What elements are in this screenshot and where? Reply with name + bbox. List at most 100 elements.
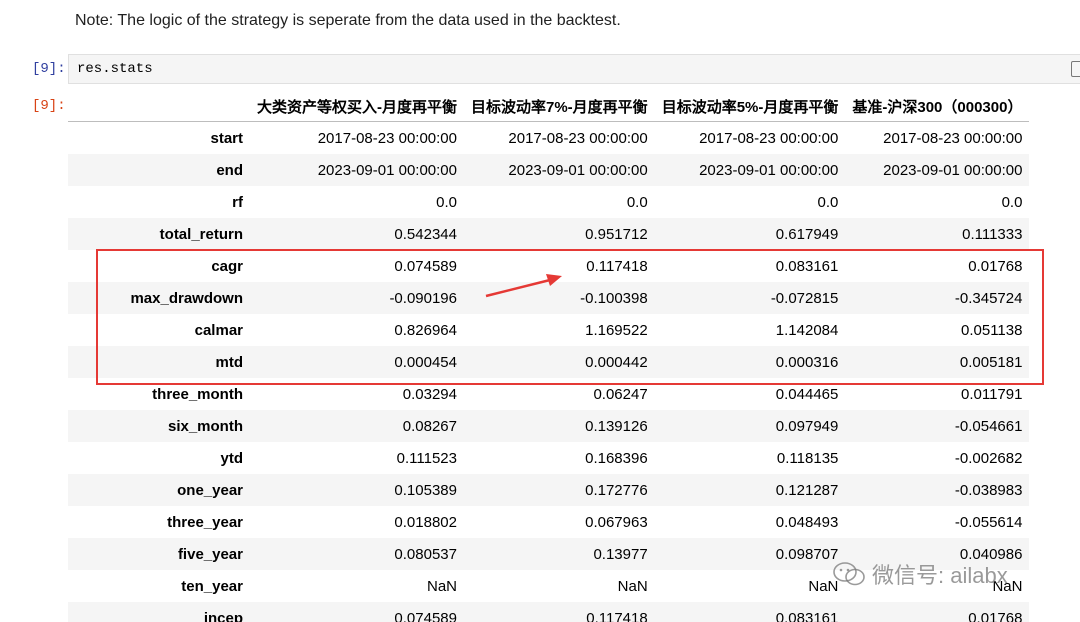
table-cell: -0.002682 <box>954 449 1023 467</box>
table-cell: 0.111333 <box>962 225 1023 243</box>
row-label: max_drawdown <box>130 289 243 307</box>
table-cell: NaN <box>617 577 648 595</box>
column-header <box>68 91 250 122</box>
table-cell: 0.074589 <box>394 609 457 622</box>
row-label: one_year <box>177 481 243 499</box>
table-cell: 0.0 <box>1001 193 1023 211</box>
table-cell: NaN <box>808 577 839 595</box>
table-cell: 0.06247 <box>593 385 648 403</box>
table-cell: 2023-09-01 00:00:00 <box>317 161 457 179</box>
code-cell-input[interactable]: res.stats <box>68 54 1080 84</box>
table-cell: -0.100398 <box>580 289 648 307</box>
table-cell: 0.018802 <box>394 513 457 531</box>
table-cell: 0.0 <box>626 193 648 211</box>
row-label: mtd <box>215 353 244 371</box>
table-cell: -0.054661 <box>954 417 1023 435</box>
table-cell: 1.169522 <box>585 321 648 339</box>
row-label: ten_year <box>181 577 243 595</box>
row-label: three_month <box>152 385 243 403</box>
row-label: rf <box>232 193 243 211</box>
table-cell: 0.0 <box>436 193 457 211</box>
table-cell: 0.617949 <box>775 225 839 243</box>
table-row: start 2017-08-23 00:00:00 2017-08-23 00:00… <box>68 122 1029 155</box>
table-cell: 0.08267 <box>402 417 457 435</box>
table-cell: 0.121287 <box>775 481 839 499</box>
table-cell: 0.080537 <box>394 545 457 563</box>
table-cell: 0.0 <box>817 193 839 211</box>
table-cell: 0.542344 <box>394 225 457 243</box>
table-cell: -0.090196 <box>389 289 457 307</box>
table-cell: 0.01768 <box>968 609 1023 622</box>
table-cell: 0.172776 <box>585 481 648 499</box>
row-label: six_month <box>167 417 243 435</box>
table-cell: 2017-08-23 00:00:00 <box>883 129 1023 147</box>
table-body: start 2017-08-23 00:00:00 2017-08-23 00:00… <box>68 122 1030 622</box>
table-cell: 0.083161 <box>775 609 839 622</box>
table-row: total_return 0.542344 0.951712 0.617949 0.11… <box>68 218 1030 250</box>
table-row: incep 0.074589 0.117418 0.083161 0.01768 <box>68 602 1030 622</box>
table-cell: 0.000454 <box>394 353 457 371</box>
copy-icon[interactable] <box>1071 61 1080 77</box>
row-label: calmar <box>194 321 243 339</box>
table-cell: 0.074589 <box>394 257 457 275</box>
table-row: max_drawdown -0.090196 -0.100398 -0.072815 -… <box>68 282 1030 314</box>
table-cell: NaN <box>426 577 457 595</box>
table-row: three_month 0.03294 0.06247 0.044465 0.01179… <box>68 378 1029 410</box>
table-header-row: 大类资产等权买入-月度再平衡 目标波动率7%-月度再平衡 目标波动率5%-月度再… <box>68 91 1030 122</box>
row-label: incep <box>203 609 243 622</box>
table-cell: 0.826964 <box>394 321 457 339</box>
output-prompt: [9]: <box>32 98 66 114</box>
table-cell: 2017-08-23 00:00:00 <box>699 129 839 147</box>
table-cell: 0.067963 <box>585 513 648 531</box>
notebook-page: Note: The logic of the strategy is seper… <box>0 0 1080 622</box>
note-text: Note: The logic of the strategy is seper… <box>75 12 621 29</box>
table-cell: 0.111523 <box>396 449 457 467</box>
table-row: ytd 0.111523 0.168396 0.118135 -0.002682 <box>68 442 1029 474</box>
row-label: start <box>210 129 243 147</box>
table-row: cagr 0.074589 0.117418 0.083161 0.01768 <box>68 250 1029 282</box>
table-cell: 0.105389 <box>394 481 457 499</box>
table-cell: -0.072815 <box>770 289 839 307</box>
table-cell: 1.142084 <box>775 321 839 339</box>
column-header: 基准-沪深300（000300） <box>845 91 1030 122</box>
table-cell: 0.118135 <box>776 449 839 467</box>
table-row: mtd 0.000454 0.000442 0.000316 0.005181 <box>68 346 1030 378</box>
table-cell: 2023-09-01 00:00:00 <box>508 161 648 179</box>
table-cell: 0.044465 <box>775 385 839 403</box>
column-header: 目标波动率5%-月度再平衡 <box>654 91 846 122</box>
column-header: 大类资产等权买入-月度再平衡 <box>250 91 464 122</box>
table-cell: 0.01768 <box>968 257 1023 275</box>
watermark-text: 微信号: ailabx <box>872 563 1008 588</box>
row-label: end <box>216 161 243 179</box>
table-cell: 0.051138 <box>961 321 1023 339</box>
watermark: 微信号: ailabx <box>832 558 1008 590</box>
table-row: one_year 0.105389 0.172776 0.121287 -0.03898… <box>68 474 1030 506</box>
table-row: end 2023-09-01 00:00:00 2023-09-01 00:00:0… <box>68 154 1030 186</box>
table-cell: 0.139126 <box>585 417 648 435</box>
column-header: 目标波动率7%-月度再平衡 <box>464 91 655 122</box>
input-prompt: [9]: <box>32 61 66 77</box>
row-label: ytd <box>220 449 244 467</box>
stats-table: 大类资产等权买入-月度再平衡 目标波动率7%-月度再平衡 目标波动率5%-月度再… <box>68 91 1030 622</box>
table-cell: 0.083161 <box>775 257 839 275</box>
table-cell: 2017-08-23 00:00:00 <box>508 129 648 147</box>
table-row: calmar 0.826964 1.169522 1.142084 0.051138 <box>68 314 1029 346</box>
row-label: three_year <box>167 513 243 531</box>
table-cell: -0.038983 <box>954 481 1023 499</box>
table-cell: 0.000442 <box>585 353 648 371</box>
table-cell: 0.000316 <box>775 353 839 371</box>
table-row: rf 0.0 0.0 0.0 0.0 <box>68 186 1029 218</box>
table-cell: 0.03294 <box>402 385 457 403</box>
table-cell: 0.117418 <box>586 257 648 275</box>
table-cell: 2017-08-23 00:00:00 <box>317 129 457 147</box>
table-cell: 0.13977 <box>593 545 648 563</box>
table-row: six_month 0.08267 0.139126 0.097949 -0.05466… <box>68 410 1030 442</box>
code-text[interactable]: res.stats <box>77 61 153 77</box>
table-cell: 0.098707 <box>775 545 839 563</box>
table-cell: 2023-09-01 00:00:00 <box>699 161 839 179</box>
table-cell: -0.055614 <box>954 513 1023 531</box>
table-cell: 0.048493 <box>775 513 839 531</box>
row-label: cagr <box>211 257 243 275</box>
table-cell: 0.005181 <box>959 353 1023 371</box>
table-cell: 0.117418 <box>586 609 648 622</box>
